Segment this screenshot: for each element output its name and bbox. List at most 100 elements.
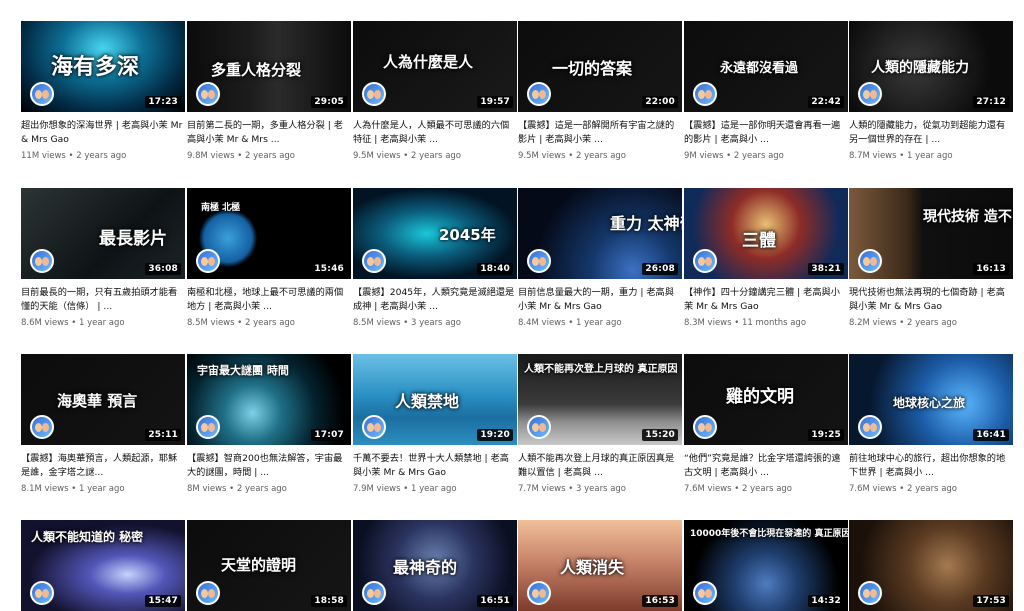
video-thumbnail[interactable]: 人類不能再次登上月球的 真正原因 15:20 [518,354,682,445]
video-thumbnail[interactable]: 人類的隱藏能力 27:12 [849,21,1013,112]
channel-avatar[interactable] [527,581,551,605]
channel-avatar[interactable] [693,82,717,106]
video-thumbnail[interactable]: 2045年 18:40 [353,188,517,279]
video-thumbnail[interactable]: 三體 38:21 [684,188,848,279]
duration-badge: 19:57 [477,96,513,108]
channel-avatar[interactable] [362,415,386,439]
video-thumbnail[interactable]: 人類不能知道的 秘密 15:47 [21,520,185,611]
video-card[interactable]: 一切的答案 22:00 【震撼】這是一部解開所有宇宙之謎的影片 | 老高與小茉 ..… [518,21,682,161]
video-title[interactable]: 【神作】四十分鐘講完三體 | 老高與小茉 Mr & Mrs Gao [684,286,846,314]
video-thumbnail[interactable]: 重力 太神奇 26:08 [518,188,682,279]
channel-avatar[interactable] [196,82,220,106]
channel-avatar[interactable] [527,82,551,106]
video-card[interactable]: 人類禁地 19:20 千萬不要去！世界十大人類禁地 | 老高與小茉 Mr & Mrs… [353,354,517,494]
video-thumbnail[interactable]: 10000年後不會比現在發達的 真正原因 14:32 [684,520,848,611]
channel-avatar[interactable] [196,581,220,605]
video-card[interactable]: 三體 38:21 【神作】四十分鐘講完三體 | 老高與小茉 Mr & Mrs Gao… [684,188,848,328]
video-title[interactable]: 目前第二長的一期，多重人格分裂 | 老高與小茉 Mr & Mrs ... [187,119,349,147]
video-title[interactable]: “他們”究竟是誰？比金字塔還誇張的遠古文明 | 老高與小 ... [684,452,846,480]
channel-avatar[interactable] [362,82,386,106]
video-thumbnail[interactable]: 海奧華 預言 25:11 [21,354,185,445]
video-thumbnail[interactable]: 最長影片 36:08 [21,188,185,279]
channel-avatar[interactable] [527,249,551,273]
video-title[interactable]: 現代技術也無法再現的七個奇跡 | 老高與小茉 Mr & Mrs Gao [849,286,1011,314]
meta-separator: • [896,151,907,161]
channel-avatar[interactable] [858,82,882,106]
video-metadata: 9.5M views • 2 years ago [518,151,682,161]
video-card[interactable]: 人為什麼是人 19:57 人為什麼是人，人類最不可思議的六個特征 | 老高與小茉 .… [353,21,517,161]
video-card[interactable]: 17:53 [849,520,1013,611]
video-title[interactable]: 千萬不要去！世界十大人類禁地 | 老高與小茉 Mr & Mrs Gao [353,452,515,480]
video-thumbnail[interactable]: 人類禁地 19:20 [353,354,517,445]
video-card[interactable]: 海有多深 17:23 超出你想象的深海世界 | 老高與小茉 Mr & Mrs Gao… [21,21,185,161]
video-card[interactable]: 地球核心之旅 16:41 前往地球中心的旅行，超出你想象的地下世界 | 老高與小 .… [849,354,1013,494]
video-card[interactable]: 人類消失 16:53 [518,520,682,611]
video-card[interactable]: 人類不能知道的 秘密 15:47 [21,520,185,611]
video-title[interactable]: 人類的隱藏能力，從氣功到超能力還有另一個世界的存在 | ... [849,119,1011,147]
video-thumbnail[interactable]: 最神奇的 16:51 [353,520,517,611]
video-card[interactable]: 永遠都沒看過 22:42 【震撼】這是一部你明天還會再看一遍的影片 | 老高與小 .… [684,21,848,161]
video-title[interactable]: 南極和北極，地球上最不可思議的兩個地方 | 老高與小茉 ... [187,286,349,314]
upload-age: 2 years ago [76,151,127,161]
channel-avatar[interactable] [30,249,54,273]
channel-avatar[interactable] [858,249,882,273]
channel-avatar[interactable] [858,415,882,439]
video-card[interactable]: 雞的文明 19:25 “他們”究竟是誰？比金字塔還誇張的遠古文明 | 老高與小 ..… [684,354,848,494]
video-title[interactable]: 前往地球中心的旅行，超出你想象的地下世界 | 老高與小 ... [849,452,1011,480]
channel-avatar[interactable] [362,581,386,605]
video-thumbnail[interactable]: 17:53 [849,520,1013,611]
channel-avatar[interactable] [693,249,717,273]
channel-avatar[interactable] [693,415,717,439]
video-card[interactable]: 最長影片 36:08 目前最長的一期，只有五歲拍頭才能看懂的天能（信條） | ...… [21,188,185,328]
video-title[interactable]: 目前最長的一期，只有五歲拍頭才能看懂的天能（信條） | ... [21,286,183,314]
video-thumbnail[interactable]: 雞的文明 19:25 [684,354,848,445]
video-card[interactable]: 人類的隱藏能力 27:12 人類的隱藏能力，從氣功到超能力還有另一個世界的存在 | … [849,21,1013,161]
video-title[interactable]: 人為什麼是人，人類最不可思議的六個特征 | 老高與小茉 ... [353,119,515,147]
channel-avatar[interactable] [858,581,882,605]
video-card[interactable]: 現代技術 造不出來 16:13 現代技術也無法再現的七個奇跡 | 老高與小茉 Mr … [849,188,1013,328]
video-thumbnail[interactable]: 地球核心之旅 16:41 [849,354,1013,445]
video-title[interactable]: 目前信息量最大的一期，重力 | 老高與小茉 Mr & Mrs Gao [518,286,680,314]
video-title[interactable]: 人類不能再次登上月球的真正原因真是難以置信 | 老高與 ... [518,452,680,480]
video-title[interactable]: 超出你想象的深海世界 | 老高與小茉 Mr & Mrs Gao [21,119,183,147]
video-thumbnail[interactable]: 人類消失 16:53 [518,520,682,611]
channel-avatar[interactable] [196,249,220,273]
video-thumbnail[interactable]: 永遠都沒看過 22:42 [684,21,848,112]
video-card[interactable]: 2045年 18:40 【震撼】2045年，人類究竟是滅絕還是成神 | 老高與小茉 … [353,188,517,328]
channel-avatar[interactable] [362,249,386,273]
channel-avatar[interactable] [30,581,54,605]
channel-avatar[interactable] [196,415,220,439]
video-thumbnail[interactable]: 南極 北極 15:46 [187,188,351,279]
video-title[interactable]: 【震撼】海奧華預言，人類起源，耶穌是誰，金字塔之謎... [21,452,183,480]
video-title[interactable]: 【震撼】智商200也無法解答，宇宙最大的謎團，時間 | ... [187,452,349,480]
video-card[interactable]: 宇宙最大謎團 時間 17:07 【震撼】智商200也無法解答，宇宙最大的謎團，時間 … [187,354,351,494]
video-title[interactable]: 【震撼】這是一部解開所有宇宙之謎的影片 | 老高與小茉 ... [518,119,680,147]
video-metadata: 7.9M views • 1 year ago [353,484,517,494]
channel-avatar[interactable] [693,581,717,605]
channel-avatar[interactable] [30,82,54,106]
video-thumbnail[interactable]: 一切的答案 22:00 [518,21,682,112]
video-card[interactable]: 重力 太神奇 26:08 目前信息量最大的一期，重力 | 老高與小茉 Mr & Mr… [518,188,682,328]
channel-avatar[interactable] [527,415,551,439]
video-card[interactable]: 南極 北極 15:46 南極和北極，地球上最不可思議的兩個地方 | 老高與小茉 ..… [187,188,351,328]
video-card[interactable]: 多重人格分裂 29:05 目前第二長的一期，多重人格分裂 | 老高與小茉 Mr & … [187,21,351,161]
video-card[interactable]: 海奧華 預言 25:11 【震撼】海奧華預言，人類起源，耶穌是誰，金字塔之謎... 8… [21,354,185,494]
video-card[interactable]: 10000年後不會比現在發達的 真正原因 14:32 [684,520,848,611]
video-thumbnail[interactable]: 天堂的證明 18:58 [187,520,351,611]
video-thumbnail[interactable]: 宇宙最大謎團 時間 17:07 [187,354,351,445]
video-thumbnail[interactable]: 海有多深 17:23 [21,21,185,112]
video-thumbnail[interactable]: 多重人格分裂 29:05 [187,21,351,112]
video-thumbnail[interactable]: 現代技術 造不出來 16:13 [849,188,1013,279]
duration-badge: 16:53 [642,595,678,607]
thumbnail-caption: 南極 北極 [201,203,241,213]
meta-separator: • [65,151,77,161]
video-thumbnail[interactable]: 人為什麼是人 19:57 [353,21,517,112]
video-title[interactable]: 【震撼】2045年，人類究竟是滅絕還是成神 | 老高與小茉 ... [353,286,515,314]
duration-badge: 29:05 [311,96,347,108]
video-card[interactable]: 天堂的證明 18:58 [187,520,351,611]
video-title[interactable]: 【震撼】這是一部你明天還會再看一遍的影片 | 老高與小 ... [684,119,846,147]
video-card[interactable]: 最神奇的 16:51 [353,520,517,611]
channel-avatar[interactable] [30,415,54,439]
duration-badge: 36:08 [145,263,181,275]
video-card[interactable]: 人類不能再次登上月球的 真正原因 15:20 人類不能再次登上月球的真正原因真是難以… [518,354,682,494]
